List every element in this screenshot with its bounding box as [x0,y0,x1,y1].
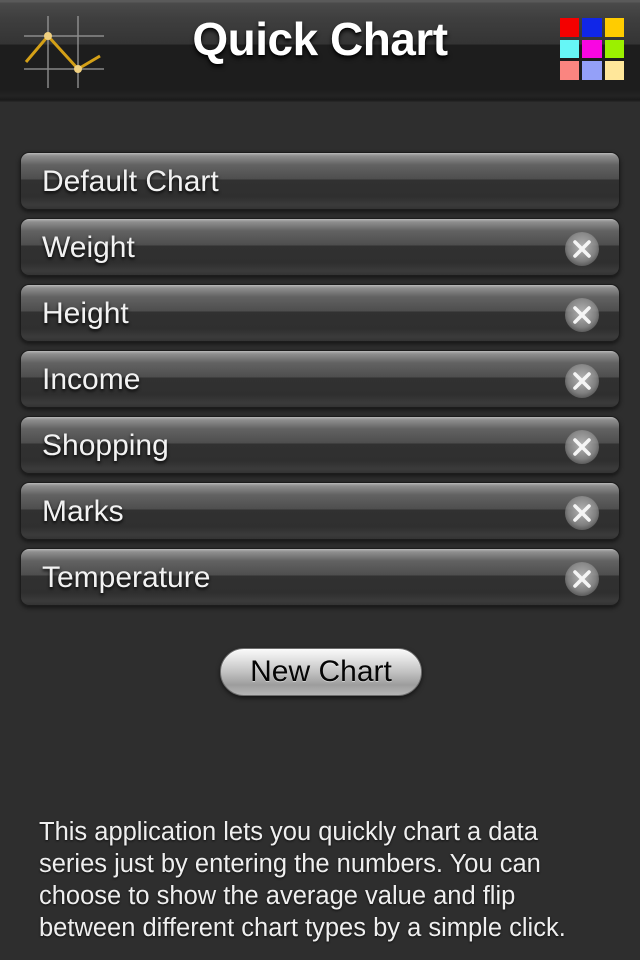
chart-list-item-label: Height [42,297,129,330]
chart-list-item[interactable]: Weight [20,218,620,276]
chart-list-item-label: Default Chart [42,165,219,198]
chart-list-item-label: Weight [42,231,135,264]
palette-swatch [560,61,580,80]
close-circle-icon[interactable] [565,298,599,332]
new-chart-button[interactable]: New Chart [220,648,422,696]
palette-swatch [582,18,602,37]
app-header: Quick Chart [0,0,640,102]
close-circle-icon[interactable] [565,364,599,398]
app-root: Quick Chart Default Chart Weight Height Inc… [0,0,640,960]
close-circle-icon[interactable] [565,496,599,530]
palette-swatch [560,39,580,59]
chart-list-item-label: Marks [42,495,124,528]
page-title: Quick Chart [192,13,448,65]
palette-swatch [604,39,624,59]
palette-swatch [604,18,624,37]
chart-list-item[interactable]: Shopping [20,416,620,474]
palette-swatch [560,18,580,37]
palette-swatch [582,61,602,80]
chart-list-item[interactable]: Default Chart [20,152,620,210]
chart-list-item[interactable]: Temperature [20,548,620,606]
chart-list: Default Chart Weight Height Income Shopping M… [20,152,620,614]
palette-swatch [604,61,624,80]
color-palette-grid-icon[interactable] [560,18,624,80]
new-chart-button-label: New Chart [250,655,392,688]
close-circle-icon[interactable] [565,562,599,596]
chart-list-item-label: Shopping [42,429,169,462]
chart-list-item[interactable]: Height [20,284,620,342]
chart-list-item-label: Temperature [42,561,211,594]
close-circle-icon[interactable] [565,232,599,266]
chart-list-item[interactable]: Income [20,350,620,408]
chart-list-item[interactable]: Marks [20,482,620,540]
close-circle-icon[interactable] [565,430,599,464]
palette-swatch [582,39,602,59]
app-description: This application lets you quickly chart … [39,818,566,942]
chart-list-item-label: Income [42,363,141,396]
